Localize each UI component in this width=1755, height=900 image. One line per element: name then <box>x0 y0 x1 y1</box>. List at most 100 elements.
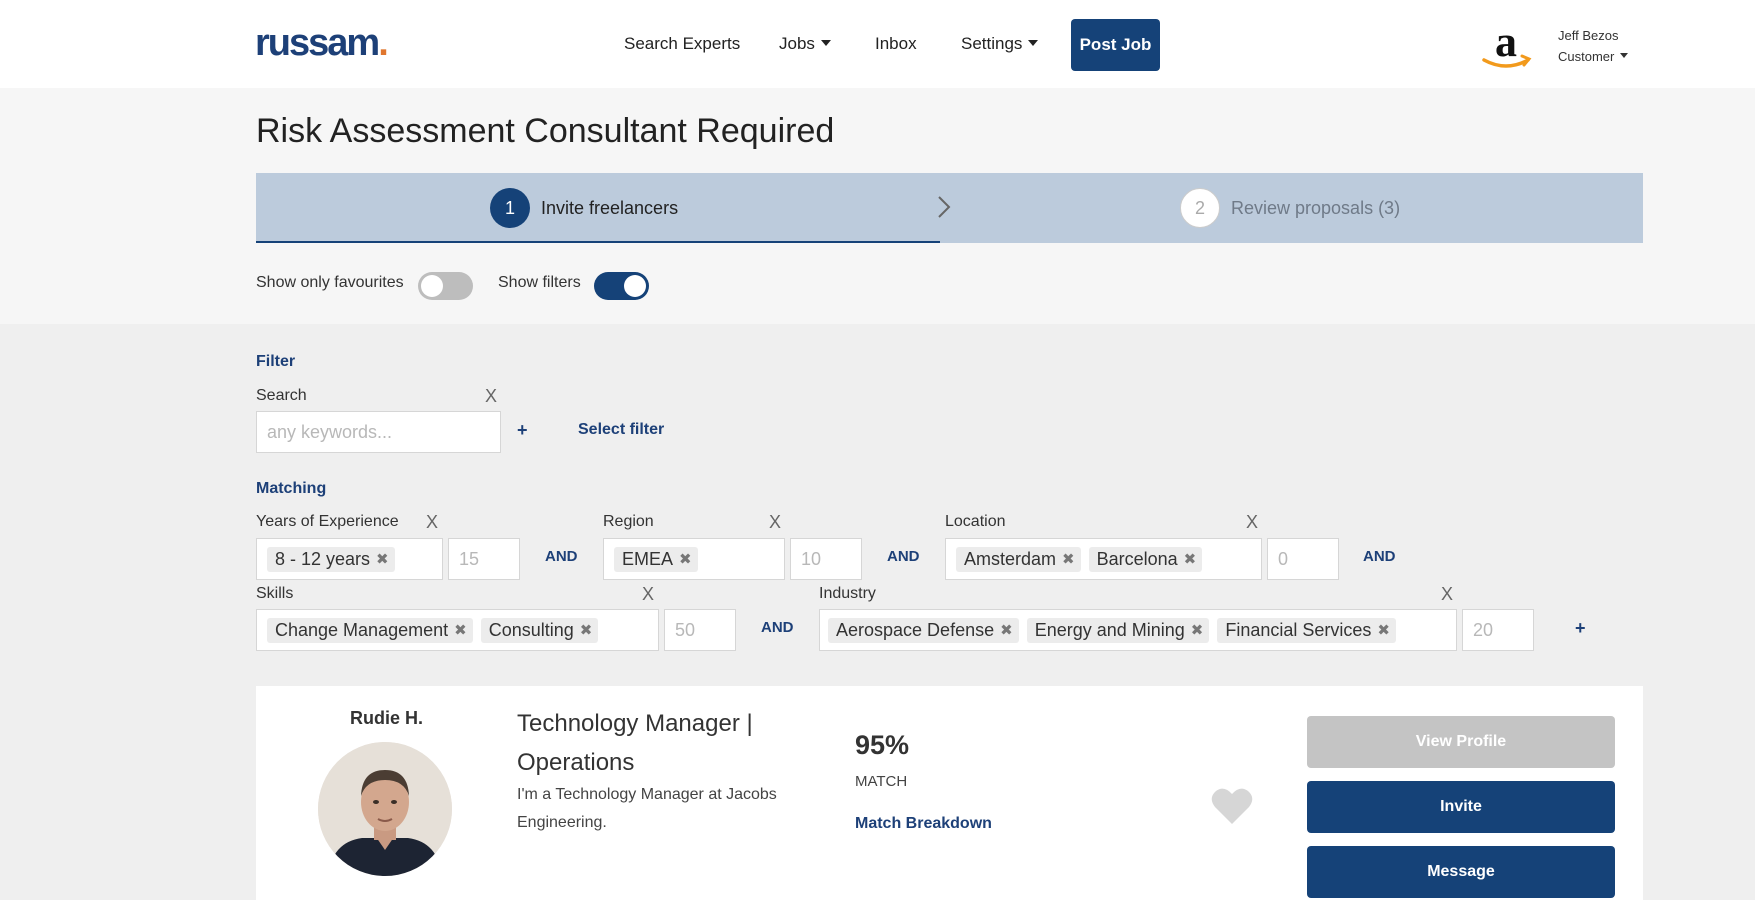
tag-label: Energy and Mining <box>1034 619 1185 640</box>
active-step-underline <box>256 241 940 243</box>
location-field[interactable]: Amsterdam ✖ Barcelona ✖ <box>945 538 1262 580</box>
clear-industry-icon[interactable]: X <box>1441 584 1453 605</box>
top-navigation-bar: russam. Search Experts Jobs Inbox Settin… <box>0 0 1755 88</box>
add-search-term-button[interactable]: + <box>517 420 528 441</box>
remove-tag-icon[interactable]: ✖ <box>679 550 692 568</box>
filter-heading: Filter <box>256 353 296 370</box>
nav-jobs[interactable]: Jobs <box>779 34 831 54</box>
step-review-proposals[interactable]: 2 Review proposals (3) <box>1180 188 1400 228</box>
tag-label: Consulting <box>488 619 574 640</box>
skills-label: Skills <box>256 585 294 602</box>
step-label: Review proposals (3) <box>1231 197 1401 218</box>
tag-label: Financial Services <box>1225 619 1372 640</box>
and-operator: AND <box>545 548 578 565</box>
filter-tag: EMEA ✖ <box>614 546 698 572</box>
nav-search-experts[interactable]: Search Experts <box>624 34 740 54</box>
job-stepper: 1 Invite freelancers 2 Review proposals … <box>256 173 1643 243</box>
remove-tag-icon[interactable]: ✖ <box>1184 550 1197 568</box>
nav-settings[interactable]: Settings <box>961 34 1039 54</box>
region-weight[interactable]: 10 <box>790 538 862 580</box>
freelancer-name[interactable]: Rudie H. <box>350 708 423 729</box>
clear-search-icon[interactable]: X <box>485 386 497 407</box>
match-label: MATCH <box>855 773 908 790</box>
industry-label: Industry <box>819 585 876 602</box>
select-filter-link[interactable]: Select filter <box>578 421 664 439</box>
skills-weight[interactable]: 50 <box>664 609 736 651</box>
logo-text: russam <box>255 22 380 64</box>
toggle-knob <box>624 275 646 297</box>
nav-inbox[interactable]: Inbox <box>875 34 917 54</box>
skills-field[interactable]: Change Management ✖ Consulting ✖ <box>256 609 659 651</box>
region-label: Region <box>603 513 654 530</box>
remove-tag-icon[interactable]: ✖ <box>580 621 593 639</box>
filter-tag: Aerospace Defense ✖ <box>828 617 1019 643</box>
filter-tag: Barcelona ✖ <box>1088 546 1203 572</box>
and-operator: AND <box>761 619 794 636</box>
remove-tag-icon[interactable]: ✖ <box>1191 621 1204 639</box>
remove-tag-icon[interactable]: ✖ <box>1377 621 1390 639</box>
tag-label: Barcelona <box>1096 548 1178 569</box>
step-invite-freelancers[interactable]: 1 Invite freelancers <box>490 188 678 228</box>
message-button[interactable]: Message <box>1307 846 1615 898</box>
search-input[interactable]: any keywords... <box>256 411 501 453</box>
freelancer-description: I'm a Technology Manager at Jacobs Engin… <box>517 786 777 831</box>
tag-label: EMEA <box>622 548 674 569</box>
years-experience-field[interactable]: 8 - 12 years ✖ <box>256 538 443 580</box>
search-label: Search <box>256 387 307 404</box>
person-photo-icon <box>318 742 452 876</box>
tag-label: Amsterdam <box>964 548 1057 569</box>
location-label: Location <box>945 513 1006 530</box>
russam-logo[interactable]: russam. <box>255 22 389 65</box>
region-field[interactable]: EMEA ✖ <box>603 538 785 580</box>
filter-tag: Financial Services ✖ <box>1217 617 1396 643</box>
clear-region-icon[interactable]: X <box>769 512 781 533</box>
freelancer-avatar[interactable] <box>318 742 452 876</box>
filter-tag: Energy and Mining ✖ <box>1026 617 1210 643</box>
tag-label: 8 - 12 years <box>275 548 371 569</box>
caret-down-icon <box>1028 40 1039 46</box>
caret-down-icon <box>820 40 831 46</box>
user-role-dropdown[interactable]: Customer <box>1558 49 1629 64</box>
clear-location-icon[interactable]: X <box>1246 512 1258 533</box>
industry-weight[interactable]: 20 <box>1462 609 1534 651</box>
user-name: Jeff Bezos <box>1558 28 1619 43</box>
matching-heading: Matching <box>256 480 327 497</box>
remove-tag-icon[interactable]: ✖ <box>1000 621 1013 639</box>
filter-tag: Change Management ✖ <box>267 617 473 643</box>
freelancer-job-title: Technology Manager | Operations <box>517 710 753 776</box>
add-matching-criteria-button[interactable]: + <box>1575 618 1586 639</box>
years-experience-label: Years of Experience <box>256 513 399 530</box>
industry-field[interactable]: Aerospace Defense ✖ Energy and Mining ✖ Fi… <box>819 609 1457 651</box>
favourites-toggle-label: Show only favourites <box>256 274 404 291</box>
favourites-toggle[interactable] <box>418 272 473 300</box>
tag-label: Change Management <box>275 619 449 640</box>
filter-tag: Amsterdam ✖ <box>956 546 1081 572</box>
step-number: 2 <box>1180 188 1220 228</box>
remove-tag-icon[interactable]: ✖ <box>1062 550 1075 568</box>
chevron-right-icon <box>938 196 951 218</box>
heart-favourite-icon[interactable] <box>1210 786 1254 826</box>
remove-tag-icon[interactable]: ✖ <box>454 621 467 639</box>
invite-button[interactable]: Invite <box>1307 781 1615 833</box>
years-experience-weight[interactable]: 15 <box>448 538 520 580</box>
step-number: 1 <box>490 188 530 228</box>
post-job-button[interactable]: Post Job <box>1071 19 1160 71</box>
logo-dot: . <box>378 22 388 64</box>
clear-skills-icon[interactable]: X <box>642 584 654 605</box>
view-profile-button[interactable]: View Profile <box>1307 716 1615 768</box>
toggle-knob <box>421 275 443 297</box>
filters-toggle[interactable] <box>594 272 649 300</box>
filter-tag: 8 - 12 years ✖ <box>267 546 395 572</box>
remove-tag-icon[interactable]: ✖ <box>376 550 389 568</box>
clear-years-experience-icon[interactable]: X <box>426 512 438 533</box>
match-breakdown-link[interactable]: Match Breakdown <box>855 815 992 833</box>
step-label: Invite freelancers <box>541 197 679 218</box>
location-weight[interactable]: 0 <box>1267 538 1339 580</box>
user-role-label: Customer <box>1558 49 1615 64</box>
filter-tag: Consulting ✖ <box>480 617 599 643</box>
amazon-logo-icon: a <box>1482 22 1532 68</box>
and-operator: AND <box>1363 548 1396 565</box>
and-operator: AND <box>887 548 920 565</box>
nav-jobs-label: Jobs <box>779 34 815 53</box>
filters-toggle-label: Show filters <box>498 274 581 291</box>
